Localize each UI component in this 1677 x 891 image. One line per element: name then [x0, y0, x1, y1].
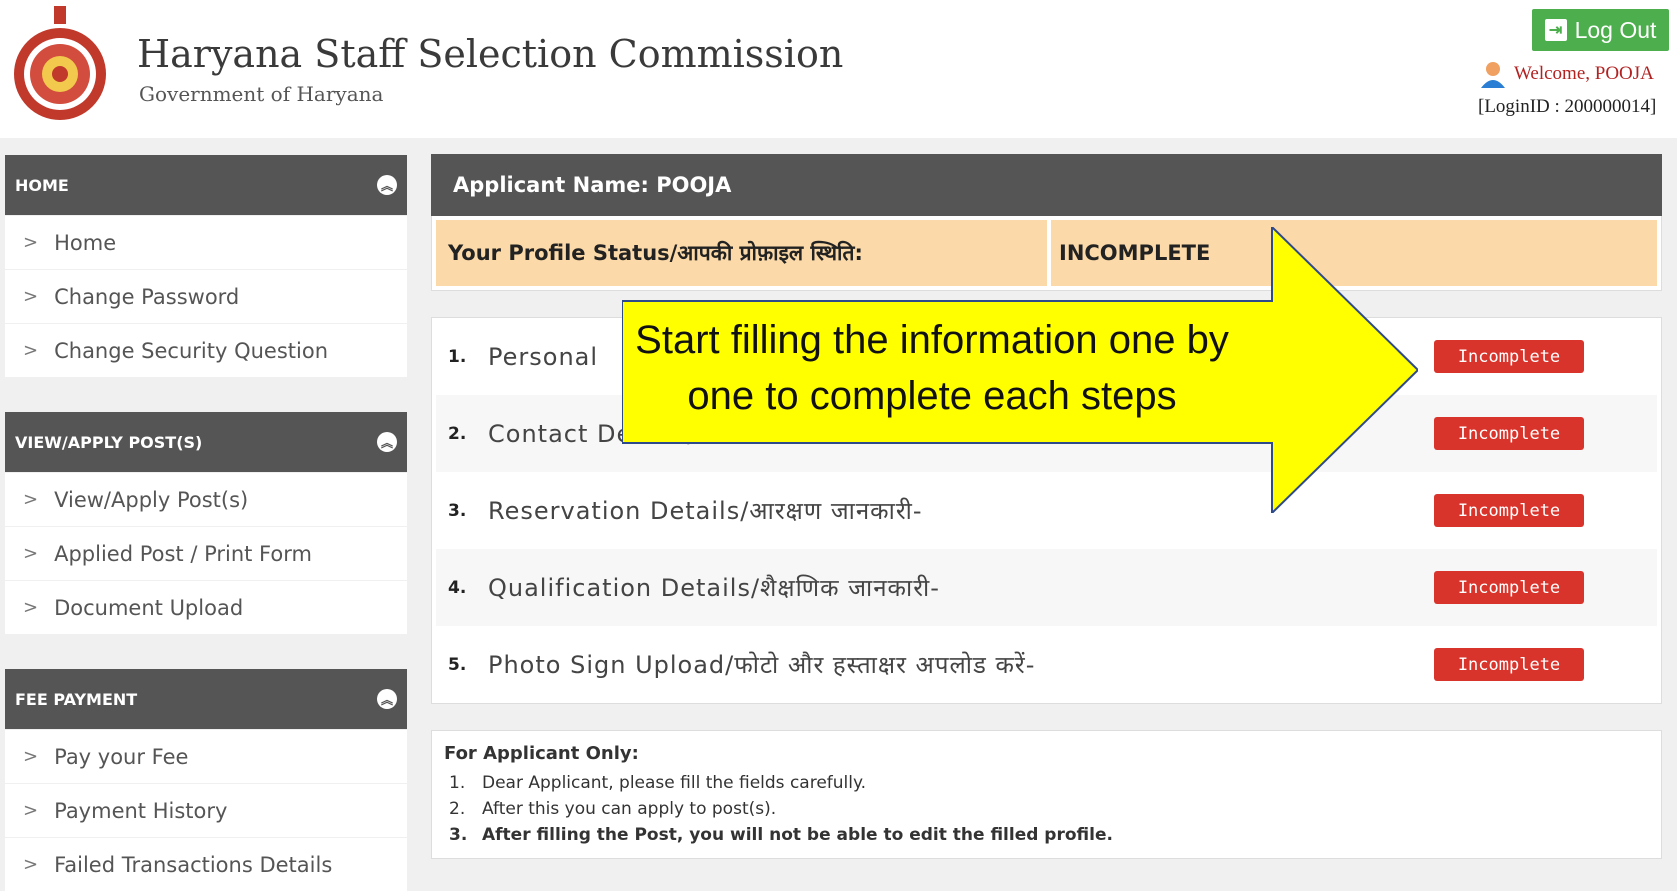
sidebar-item-label: Pay your Fee [54, 744, 189, 769]
sidebar-item-label: Home [54, 230, 117, 255]
org-title: Haryana Staff Selection Commission [137, 32, 844, 76]
logout-button[interactable]: ⇥ Log Out [1532, 9, 1669, 51]
notes-title: For Applicant Only: [444, 743, 639, 764]
step-label[interactable]: Qualification Details/शैक्षणिक जानकारी- [488, 571, 1434, 604]
chevron-right-icon: > [23, 800, 39, 821]
sidebar-item-payment-history[interactable]: > Payment History [5, 784, 407, 837]
notes-list: 1. Dear Applicant, please fill the fields… [444, 770, 1649, 848]
callout-text: Start filling the information one by one… [635, 318, 1229, 418]
sidebar-item-change-security-question[interactable]: > Change Security Question [5, 324, 407, 377]
sidebar-item-label: Payment History [54, 798, 228, 823]
chevron-right-icon: > [23, 489, 39, 510]
step-status-badge[interactable]: Incomplete [1434, 417, 1584, 450]
login-id: [LoginID : 200000014] [1478, 96, 1657, 117]
sidebar-item-label: Applied Post / Print Form [54, 541, 312, 566]
step-number: 2. [448, 423, 467, 444]
logout-icon: ⇥ [1544, 19, 1567, 41]
sidebar: HOME ︽ > Home > Change Password > Change Se… [5, 155, 407, 891]
step-label[interactable]: Photo Sign Upload/फोटो और हस्ताक्षर अपलो… [488, 648, 1434, 681]
step-status-badge[interactable]: Incomplete [1434, 494, 1584, 527]
page-header: Haryana Staff Selection Commission Gover… [0, 0, 1677, 138]
sidebar-item-failed-transactions[interactable]: > Failed Transactions Details [5, 838, 407, 891]
step-status-badge[interactable]: Incomplete [1434, 340, 1584, 373]
user-avatar-icon [1481, 62, 1505, 88]
chevron-right-icon: > [23, 597, 39, 618]
sidebar-section-fee-payment[interactable]: FEE PAYMENT ︽ [5, 669, 407, 729]
welcome-text: Welcome, POOJA [1514, 63, 1654, 84]
collapse-icon[interactable]: ︽ [377, 689, 397, 709]
applicant-notes: For Applicant Only: 1. Dear Applicant, pl… [431, 730, 1662, 859]
sidebar-item-home[interactable]: > Home [5, 216, 407, 269]
note-item: 2. After this you can apply to post(s). [449, 799, 777, 819]
sidebar-item-label: Document Upload [54, 595, 244, 620]
chevron-right-icon: > [23, 232, 39, 253]
collapse-icon[interactable]: ︽ [377, 432, 397, 452]
logout-label: Log Out [1574, 16, 1657, 43]
step-number: 1. [448, 346, 467, 367]
sidebar-item-label: View/Apply Post(s) [54, 487, 249, 512]
haryana-emblem-logo [14, 6, 106, 120]
note-item: 1. Dear Applicant, please fill the fields… [449, 773, 867, 793]
applicant-name-bar: Applicant Name: POOJA [431, 154, 1662, 216]
sidebar-item-label: Change Password [54, 284, 240, 309]
step-row-photo-sign[interactable]: 5. Photo Sign Upload/फोटो और हस्ताक्षर अ… [436, 626, 1657, 703]
sidebar-item-label: Failed Transactions Details [54, 852, 333, 877]
step-row-qualification[interactable]: 4. Qualification Details/शैक्षणिक जानकार… [436, 549, 1657, 626]
sidebar-item-label: Change Security Question [54, 338, 329, 363]
org-subtitle: Government of Haryana [139, 82, 384, 106]
chevron-right-icon: > [23, 286, 39, 307]
section-title: VIEW/APPLY POST(S) [15, 432, 203, 452]
sidebar-section-home[interactable]: HOME ︽ [5, 155, 407, 215]
collapse-icon[interactable]: ︽ [377, 175, 397, 195]
sidebar-item-view-apply-posts[interactable]: > View/Apply Post(s) [5, 473, 407, 526]
chevron-right-icon: > [23, 543, 39, 564]
note-item: 3. After filling the Post, you will not b… [449, 825, 1113, 845]
sidebar-item-applied-post[interactable]: > Applied Post / Print Form [5, 527, 407, 580]
sidebar-item-change-password[interactable]: > Change Password [5, 270, 407, 323]
sidebar-item-document-upload[interactable]: > Document Upload [5, 581, 407, 634]
section-title: HOME [15, 175, 69, 195]
chevron-right-icon: > [23, 746, 39, 767]
chevron-right-icon: > [23, 340, 39, 361]
chevron-right-icon: > [23, 854, 39, 875]
welcome-user: Welcome, POOJA [1480, 60, 1654, 88]
step-status-badge[interactable]: Incomplete [1434, 648, 1584, 681]
sidebar-section-view-apply[interactable]: VIEW/APPLY POST(S) ︽ [5, 412, 407, 472]
section-title: FEE PAYMENT [15, 689, 138, 709]
step-status-badge[interactable]: Incomplete [1434, 571, 1584, 604]
step-number: 5. [448, 654, 467, 675]
step-number: 3. [448, 500, 467, 521]
step-number: 4. [448, 577, 467, 598]
sidebar-item-pay-fee[interactable]: > Pay your Fee [5, 730, 407, 783]
